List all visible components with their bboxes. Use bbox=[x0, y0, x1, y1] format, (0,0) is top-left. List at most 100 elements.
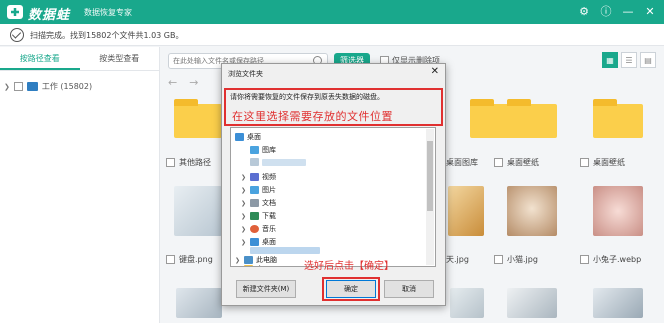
item-checkbox[interactable] bbox=[494, 158, 503, 167]
video-icon bbox=[250, 173, 259, 181]
item-checkbox[interactable] bbox=[580, 255, 589, 264]
expand-arrow-icon[interactable]: ❯ bbox=[235, 266, 241, 267]
expand-arrow-icon[interactable]: ❯ bbox=[241, 226, 247, 233]
grid-item-label: 小猫.jpg bbox=[507, 255, 538, 264]
app-brand: 数据蛙 bbox=[28, 8, 71, 23]
music-icon bbox=[250, 225, 259, 233]
grid-item-label: 桌面壁纸 bbox=[593, 158, 625, 167]
grid-item-label: 桌面壁纸 bbox=[507, 158, 539, 167]
check-circle-icon bbox=[10, 28, 24, 42]
tree-node-desktop-2[interactable]: ❯ 桌面 bbox=[241, 237, 276, 247]
close-icon[interactable]: ✕ bbox=[431, 66, 439, 77]
desktop-icon bbox=[235, 133, 244, 141]
scan-status-text: 扫描完成。找到15802个文件共1.03 GB。 bbox=[30, 31, 184, 40]
keyboard-image-thumbnail[interactable] bbox=[174, 186, 222, 236]
image-thumbnail[interactable] bbox=[448, 186, 484, 236]
app-subtitle: 数据恢复专家 bbox=[84, 8, 132, 17]
expand-arrow-icon[interactable]: ❯ bbox=[241, 213, 247, 220]
grid-item[interactable]: 桌面壁纸 bbox=[580, 157, 625, 168]
folder-thumbnail[interactable] bbox=[593, 99, 643, 138]
cancel-button[interactable]: 取消 bbox=[384, 280, 434, 298]
image-thumbnail[interactable] bbox=[176, 288, 222, 318]
grid-item[interactable]: 其他路径 bbox=[166, 157, 211, 168]
settings-icon[interactable]: ⚙ bbox=[576, 3, 592, 19]
annotation-tip-bottom: 选好后点击【确定】 bbox=[304, 261, 394, 272]
grid-view-icon[interactable]: ▦ bbox=[602, 52, 618, 68]
nav-arrows: ← → bbox=[168, 76, 198, 89]
expand-arrow-icon[interactable]: ❯ bbox=[235, 257, 241, 264]
kitten-image-thumbnail[interactable] bbox=[507, 186, 557, 236]
download-icon bbox=[250, 212, 259, 220]
expand-arrow-icon[interactable]: ❯ bbox=[241, 239, 247, 246]
new-folder-button[interactable]: 新建文件夹(M) bbox=[236, 280, 296, 298]
user-folder-icon bbox=[250, 158, 259, 166]
expand-arrow-icon[interactable]: ❯ bbox=[241, 200, 247, 207]
grid-item[interactable]: 桌面图库 bbox=[446, 157, 478, 168]
computer-icon bbox=[244, 256, 253, 264]
image-thumbnail[interactable] bbox=[450, 288, 484, 318]
tab-by-path[interactable]: 按路径查看 bbox=[0, 47, 80, 70]
left-panel: 按路径查看 按类型查看 ❯ 工作 (15802) bbox=[0, 47, 160, 323]
window-controls: ⚙ ⓘ — ✕ bbox=[576, 3, 658, 19]
minimize-icon[interactable]: — bbox=[620, 3, 636, 19]
tree-node-desktop[interactable]: 桌面 bbox=[235, 132, 261, 142]
document-icon bbox=[250, 199, 259, 207]
tree-node-libraries[interactable]: ❯ 库 bbox=[235, 264, 263, 267]
scrollbar-thumb[interactable] bbox=[427, 141, 433, 211]
view-mode-buttons: ▦ ☰ ▤ bbox=[602, 52, 656, 68]
title-bar: 数据蛙 数据恢复专家 ⚙ ⓘ — ✕ bbox=[0, 0, 664, 24]
folder-thumbnail[interactable] bbox=[174, 99, 222, 138]
annotation-tip-top: 在这里选择需要存放的文件位置 bbox=[232, 110, 393, 123]
expand-arrow-icon[interactable]: ❯ bbox=[241, 174, 247, 181]
folder-thumbnail[interactable] bbox=[507, 99, 557, 138]
tree-item-work[interactable]: ❯ 工作 (15802) bbox=[4, 81, 92, 92]
tree-node-gallery[interactable]: 图库 bbox=[241, 145, 276, 155]
image-thumbnail[interactable] bbox=[593, 288, 643, 318]
logo-icon bbox=[7, 5, 23, 19]
tree-node-downloads[interactable]: ❯ 下载 bbox=[241, 211, 276, 221]
grid-item-label: 小兔子.webp bbox=[593, 255, 642, 264]
item-checkbox[interactable] bbox=[580, 158, 589, 167]
tab-by-type[interactable]: 按类型查看 bbox=[80, 47, 160, 70]
tree-node-videos[interactable]: ❯ 视频 bbox=[241, 172, 276, 182]
item-checkbox[interactable] bbox=[166, 158, 175, 167]
grid-item-label: 天.jpg bbox=[446, 255, 469, 264]
view-tabs: 按路径查看 按类型查看 bbox=[0, 47, 159, 71]
desktop-icon bbox=[250, 238, 259, 246]
grid-item-label: 键盘.png bbox=[179, 255, 213, 264]
grid-item[interactable]: 桌面壁纸 bbox=[494, 157, 539, 168]
item-checkbox[interactable] bbox=[166, 255, 175, 264]
grid-item[interactable]: 天.jpg bbox=[446, 254, 469, 265]
list-view-icon[interactable]: ☰ bbox=[621, 52, 637, 68]
library-icon bbox=[244, 265, 253, 266]
image-thumbnail[interactable] bbox=[507, 288, 557, 318]
ok-button[interactable]: 确定 bbox=[326, 280, 376, 298]
item-checkbox[interactable] bbox=[494, 255, 503, 264]
detail-view-icon[interactable]: ▤ bbox=[640, 52, 656, 68]
close-icon[interactable]: ✕ bbox=[642, 3, 658, 19]
tree-node-music[interactable]: ❯ 音乐 bbox=[241, 224, 276, 234]
expand-arrow-icon[interactable]: ❯ bbox=[241, 187, 247, 194]
dialog-title: 浏览文件夹 bbox=[228, 70, 263, 78]
folder-tree: 桌面 图库 ❯ 视频 ❯ 图片 ❯ 文档 ❯ 下载 ❯ 音乐 ❯ 桌面 ❯ 此电… bbox=[230, 127, 436, 267]
forward-arrow-icon[interactable]: → bbox=[189, 76, 198, 89]
status-bar: 扫描完成。找到15802个文件共1.03 GB。 bbox=[0, 24, 664, 46]
tree-scrollbar[interactable] bbox=[426, 129, 434, 265]
picture-icon bbox=[250, 186, 259, 194]
grid-item-label: 其他路径 bbox=[179, 158, 211, 167]
tree-node-blurred[interactable] bbox=[241, 158, 306, 166]
bunny-image-thumbnail[interactable] bbox=[593, 186, 643, 236]
grid-item[interactable]: 小兔子.webp bbox=[580, 254, 641, 265]
browse-folder-dialog: 浏览文件夹 ✕ 请你将需要恢复的文件保存到原丢失数据的磁盘。 在这里选择需要存放… bbox=[221, 63, 446, 306]
tree-checkbox[interactable] bbox=[13, 82, 23, 91]
grid-item[interactable]: 键盘.png bbox=[166, 254, 213, 265]
expand-arrow-icon[interactable]: ❯ bbox=[4, 83, 10, 91]
back-arrow-icon[interactable]: ← bbox=[168, 76, 177, 89]
grid-item[interactable]: 小猫.jpg bbox=[494, 254, 538, 265]
tree-node-blurred-2[interactable] bbox=[241, 247, 320, 254]
disk-icon bbox=[26, 82, 38, 91]
tree-node-documents[interactable]: ❯ 文档 bbox=[241, 198, 276, 208]
grid-item-label: 桌面图库 bbox=[446, 158, 478, 167]
tree-node-pictures[interactable]: ❯ 图片 bbox=[241, 185, 276, 195]
info-icon[interactable]: ⓘ bbox=[598, 3, 614, 19]
